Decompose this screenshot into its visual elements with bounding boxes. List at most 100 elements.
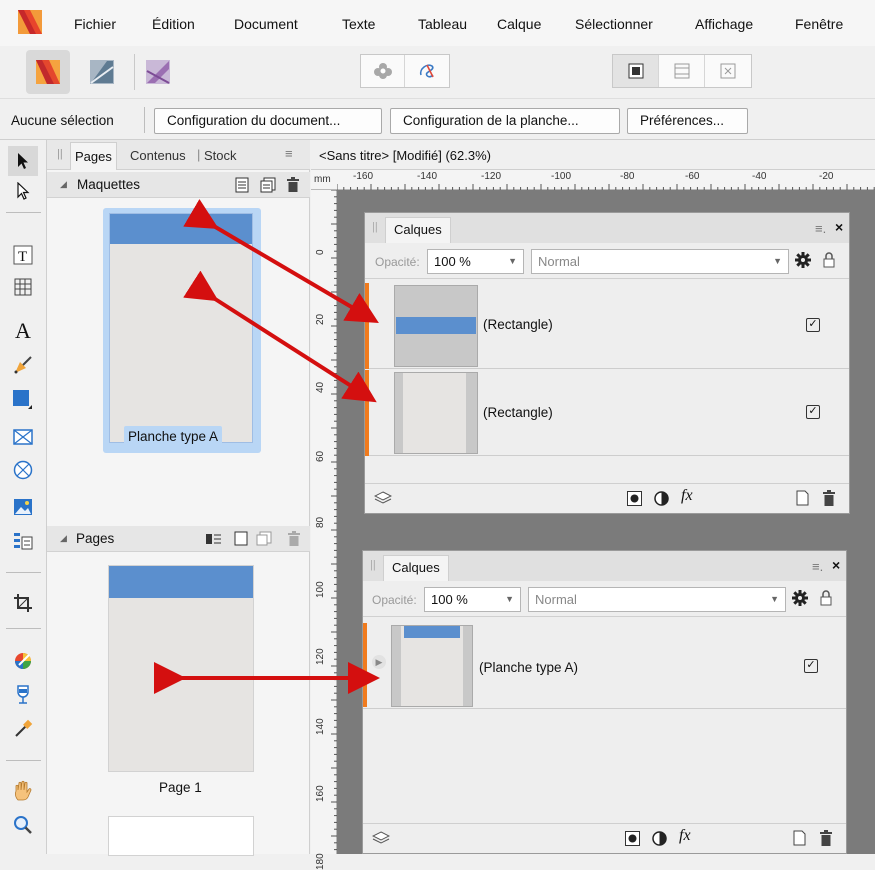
tab-calques[interactable]: Calques bbox=[385, 217, 451, 243]
delete-layer-icon[interactable] bbox=[823, 490, 835, 506]
color-picker-tool[interactable] bbox=[8, 646, 38, 676]
tab-pages[interactable]: Pages bbox=[70, 142, 117, 170]
layers-stack-icon[interactable] bbox=[372, 830, 390, 846]
normal-view-button[interactable] bbox=[613, 55, 659, 87]
layers-panel-bottom: || Calques ≡. × Opacité: 100 % ▼ Normal … bbox=[362, 550, 847, 854]
delete-master-icon[interactable] bbox=[287, 177, 299, 192]
table-tool[interactable] bbox=[8, 272, 38, 302]
zoom-tool[interactable] bbox=[8, 810, 38, 840]
gear-icon[interactable] bbox=[795, 252, 811, 268]
ellipse-frame-tool[interactable] bbox=[8, 455, 38, 485]
stock-button[interactable] bbox=[361, 55, 405, 87]
apply-master-icon[interactable] bbox=[206, 532, 222, 546]
blend-mode-value: Normal bbox=[538, 254, 580, 269]
menu-fichier[interactable]: Fichier bbox=[74, 16, 116, 32]
panel-menu-icon[interactable]: ≡ bbox=[285, 146, 293, 161]
delete-layer-icon[interactable] bbox=[820, 830, 832, 846]
horizontal-ruler[interactable]: mm -160 -140 -120 -100 -80 -60 -40 -20 bbox=[311, 170, 875, 190]
opacity-field[interactable]: 100 % ▼ bbox=[424, 587, 521, 612]
menu-calque[interactable]: Calque bbox=[497, 16, 541, 32]
close-icon[interactable]: × bbox=[835, 219, 843, 235]
blend-mode-select[interactable]: Normal ▼ bbox=[528, 587, 786, 612]
layer-name[interactable]: (Rectangle) bbox=[483, 317, 553, 332]
tab-contenus[interactable]: Contenus bbox=[130, 148, 186, 163]
clip-view-button[interactable] bbox=[705, 55, 751, 87]
layer-row[interactable]: (Rectangle) ✓ bbox=[365, 370, 849, 456]
layer-row[interactable]: (Rectangle) ✓ bbox=[365, 283, 849, 369]
node-tool[interactable] bbox=[8, 176, 38, 206]
panel-menu-icon[interactable]: ≡. bbox=[812, 559, 823, 574]
place-image-tool[interactable] bbox=[8, 492, 38, 522]
visibility-checkbox[interactable]: ✓ bbox=[806, 405, 820, 419]
pixel-persona-button[interactable] bbox=[405, 55, 449, 87]
data-merge-tool[interactable] bbox=[8, 526, 38, 556]
delete-page-icon[interactable] bbox=[288, 531, 300, 546]
layer-name[interactable]: (Planche type A) bbox=[479, 660, 578, 675]
designer-persona-button[interactable] bbox=[80, 50, 124, 94]
adjustment-icon[interactable] bbox=[652, 831, 667, 846]
lock-icon[interactable] bbox=[823, 252, 835, 268]
grip-icon[interactable]: || bbox=[370, 559, 376, 571]
menu-tableau[interactable]: Tableau bbox=[418, 16, 467, 32]
page-1-thumbnail[interactable] bbox=[108, 565, 254, 772]
visibility-checkbox[interactable]: ✓ bbox=[806, 318, 820, 332]
collapse-triangle-icon[interactable]: ◢ bbox=[60, 179, 67, 190]
tab-calques[interactable]: Calques bbox=[383, 555, 449, 581]
layer-name[interactable]: (Rectangle) bbox=[483, 405, 553, 420]
menu-document[interactable]: Document bbox=[234, 16, 298, 32]
blend-mode-select[interactable]: Normal ▼ bbox=[531, 249, 789, 274]
document-tab-title[interactable]: <Sans titre> [Modifié] (62.3%) bbox=[319, 148, 491, 163]
eyedropper-tool[interactable] bbox=[8, 714, 38, 744]
opacity-field[interactable]: 100 % ▼ bbox=[427, 249, 524, 274]
mask-icon[interactable] bbox=[627, 491, 642, 506]
mask-icon[interactable] bbox=[625, 831, 640, 846]
menu-selectionner[interactable]: Sélectionner bbox=[575, 16, 653, 32]
menu-affichage[interactable]: Affichage bbox=[695, 16, 753, 32]
vertical-ruler[interactable]: 0 20 40 60 80 100 120 140 160 180 bbox=[311, 190, 337, 870]
fx-icon[interactable]: fx bbox=[681, 487, 693, 505]
master-properties-icon[interactable] bbox=[235, 177, 249, 193]
panel-menu-icon[interactable]: ≡. bbox=[815, 221, 826, 236]
move-tool[interactable] bbox=[8, 146, 38, 176]
bleed-view-button[interactable] bbox=[659, 55, 705, 87]
publisher-persona-button[interactable] bbox=[26, 50, 70, 94]
frame-text-tool[interactable]: T bbox=[8, 240, 38, 270]
lock-icon[interactable] bbox=[820, 590, 832, 606]
pen-tool[interactable] bbox=[8, 350, 38, 380]
collapse-triangle-icon[interactable]: ◢ bbox=[60, 533, 67, 544]
crop-tool[interactable] bbox=[8, 588, 38, 618]
insert-page-icon[interactable] bbox=[234, 531, 248, 546]
close-icon[interactable]: × bbox=[832, 557, 840, 573]
duplicate-master-icon[interactable] bbox=[260, 177, 276, 193]
rectangle-frame-tool[interactable] bbox=[8, 422, 38, 452]
color-wheel-icon bbox=[13, 651, 33, 671]
layers-stack-icon[interactable] bbox=[374, 490, 392, 506]
expand-triangle-icon[interactable]: ▶ bbox=[372, 655, 386, 669]
add-layer-icon[interactable] bbox=[796, 490, 809, 506]
master-thumbnail-selection[interactable] bbox=[103, 208, 261, 453]
master-label[interactable]: Planche type A bbox=[124, 426, 223, 448]
grip-icon[interactable]: || bbox=[372, 221, 378, 233]
duplicate-page-icon[interactable] bbox=[256, 531, 272, 546]
page-2-thumbnail[interactable] bbox=[108, 816, 254, 856]
transparency-tool[interactable] bbox=[8, 680, 38, 710]
tab-stock[interactable]: Stock bbox=[204, 148, 237, 163]
adjustment-icon[interactable] bbox=[654, 491, 669, 506]
spread-setup-button[interactable]: Configuration de la planche... bbox=[390, 108, 620, 134]
menu-fenetre[interactable]: Fenêtre bbox=[795, 16, 843, 32]
document-setup-button[interactable]: Configuration du document... bbox=[154, 108, 382, 134]
photo-persona-button[interactable] bbox=[136, 50, 180, 94]
grip-icon[interactable]: || bbox=[57, 148, 63, 160]
menu-edition[interactable]: Édition bbox=[152, 16, 195, 32]
move-arrow-icon bbox=[16, 152, 30, 170]
rectangle-tool[interactable] bbox=[8, 385, 38, 415]
fx-icon[interactable]: fx bbox=[679, 827, 691, 845]
menu-texte[interactable]: Texte bbox=[342, 16, 375, 32]
artistic-text-tool[interactable]: A bbox=[8, 316, 38, 346]
add-layer-icon[interactable] bbox=[793, 830, 806, 846]
gear-icon[interactable] bbox=[792, 590, 808, 606]
preferences-button[interactable]: Préférences... bbox=[627, 108, 748, 134]
hand-tool[interactable] bbox=[8, 776, 38, 806]
layer-row[interactable]: ▶ (Planche type A) ✓ bbox=[363, 623, 846, 709]
visibility-checkbox[interactable]: ✓ bbox=[804, 659, 818, 673]
